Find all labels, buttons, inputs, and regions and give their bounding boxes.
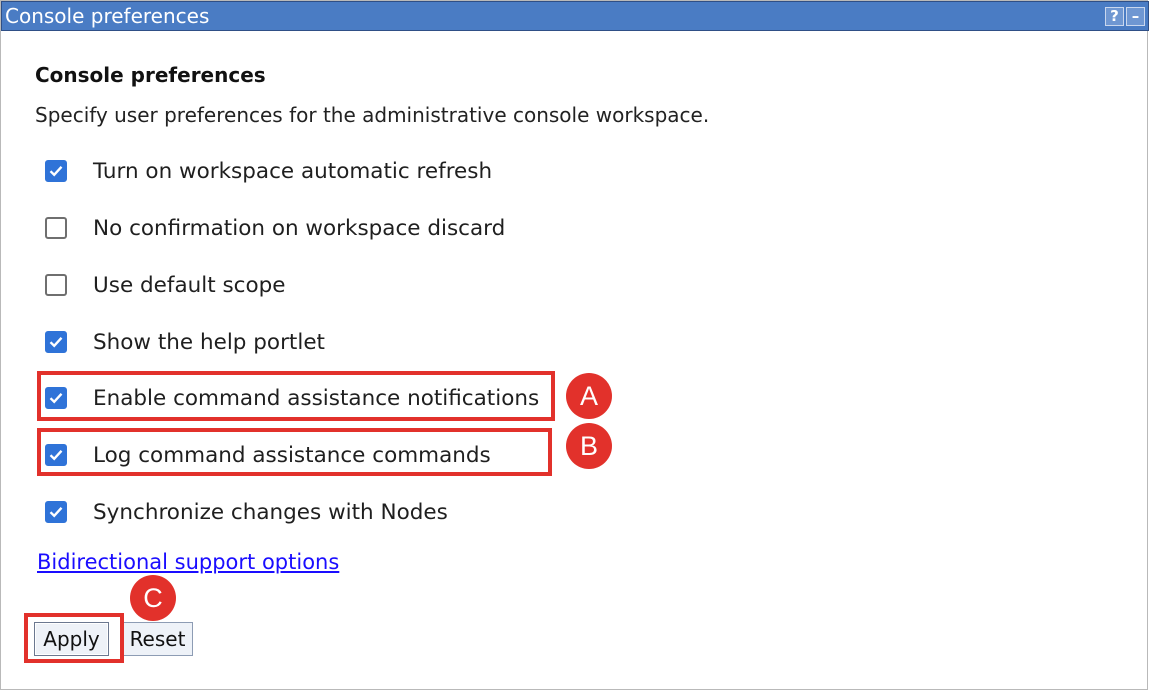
page-description: Specify user preferences for the adminis… — [35, 103, 710, 127]
option-default-scope[interactable]: Use default scope — [45, 272, 286, 298]
annotation-marker-a: A — [566, 373, 612, 419]
checkbox-checked-icon[interactable] — [45, 160, 67, 182]
help-icon[interactable]: ? — [1105, 7, 1124, 26]
option-label: Show the help portlet — [93, 329, 325, 355]
checkbox-unchecked-icon[interactable] — [45, 217, 67, 239]
checkbox-checked-icon[interactable] — [45, 331, 67, 353]
minimize-icon[interactable]: – — [1126, 7, 1145, 26]
window-title: Console preferences — [5, 4, 210, 28]
window-titlebar: Console preferences ? – — [1, 1, 1149, 31]
highlight-box-a — [37, 371, 555, 421]
option-label: Turn on workspace automatic refresh — [93, 158, 493, 184]
highlight-box-b — [37, 428, 552, 476]
option-label: Synchronize changes with Nodes — [93, 499, 448, 525]
page-title: Console preferences — [35, 63, 266, 87]
option-automatic-refresh[interactable]: Turn on workspace automatic refresh — [45, 158, 492, 184]
annotation-marker-c: C — [130, 575, 176, 621]
option-label: Use default scope — [93, 272, 286, 298]
option-synchronize-nodes[interactable]: Synchronize changes with Nodes — [45, 499, 448, 525]
checkbox-unchecked-icon[interactable] — [45, 274, 67, 296]
option-help-portlet[interactable]: Show the help portlet — [45, 329, 325, 355]
annotation-marker-b: B — [566, 423, 612, 469]
bidirectional-support-link[interactable]: Bidirectional support options — [37, 550, 339, 574]
reset-button[interactable]: Reset — [122, 622, 193, 656]
option-label: No confirmation on workspace discard — [93, 215, 506, 241]
option-no-confirmation-discard[interactable]: No confirmation on workspace discard — [45, 215, 505, 241]
highlight-box-c — [24, 613, 124, 663]
checkbox-checked-icon[interactable] — [45, 501, 67, 523]
